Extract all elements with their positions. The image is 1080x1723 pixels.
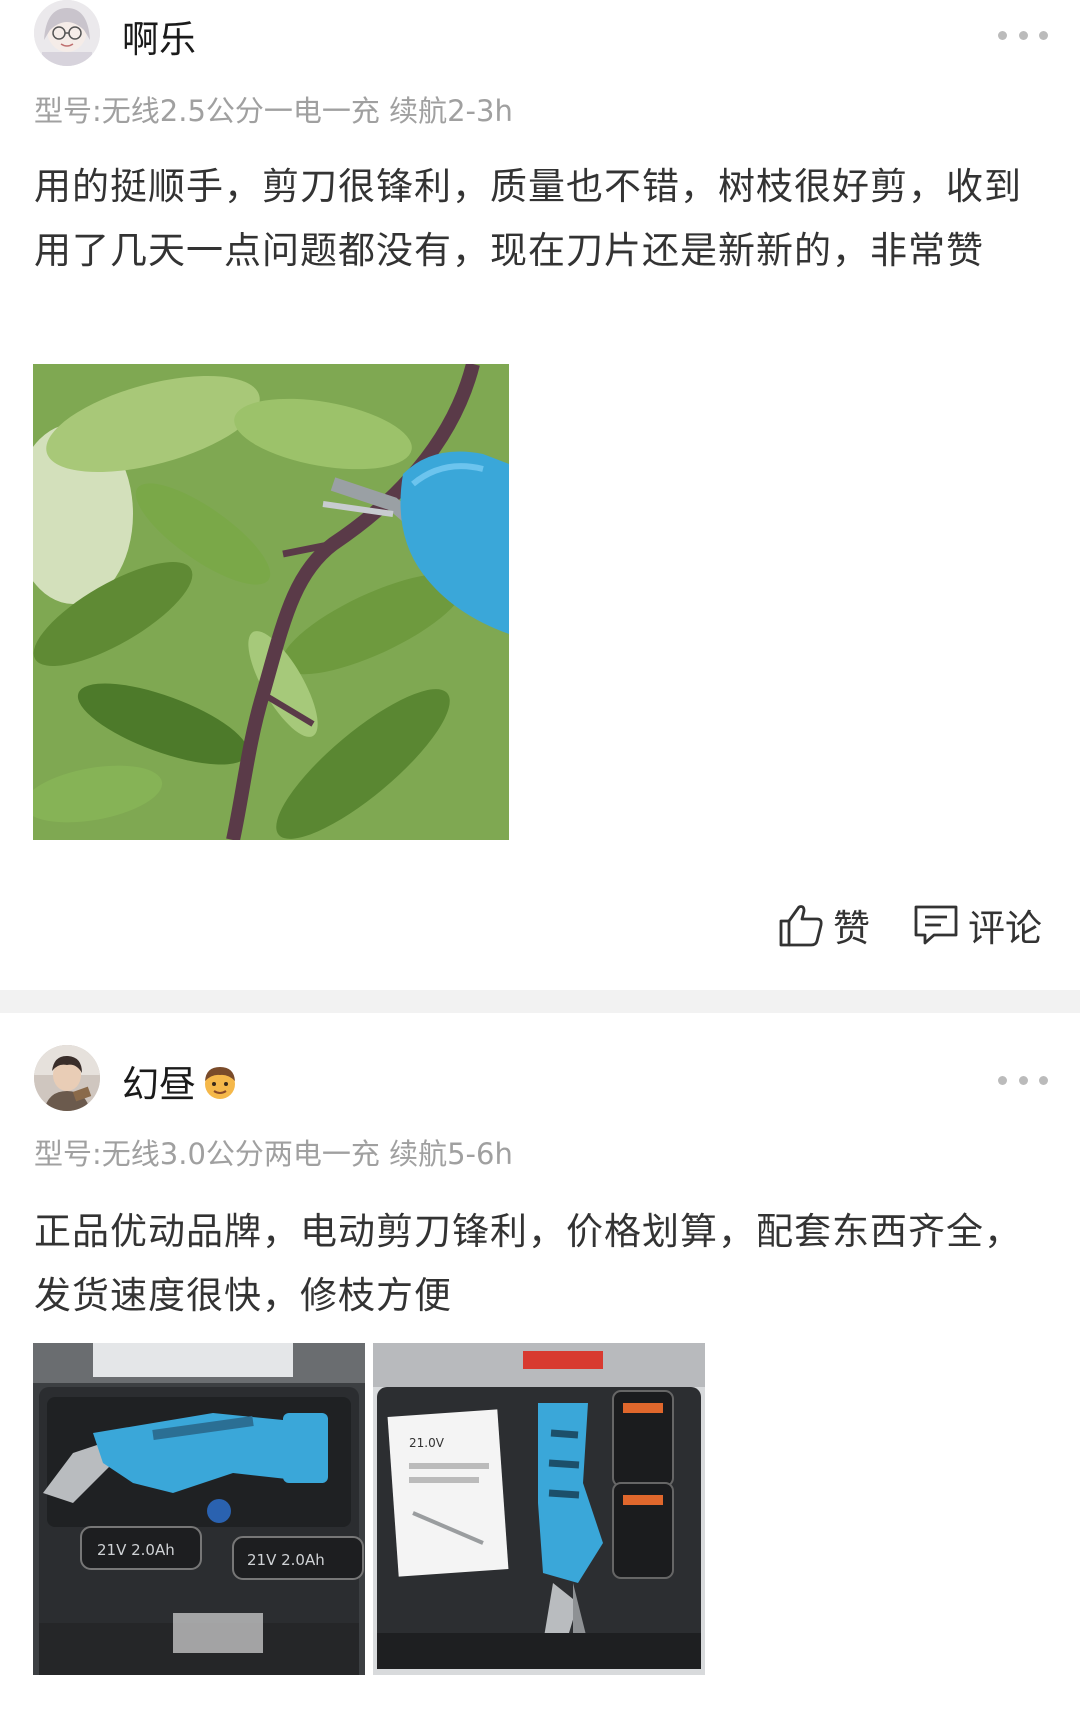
review-text: 正品优动品牌，电动剪刀锋利，价格划算，配套东西齐全，发货速度很快，修枝方便 [34,1210,1022,1317]
comment-label: 评论 [968,907,1042,950]
divider [0,990,1080,1013]
man-emoji-icon [205,1067,235,1099]
review-photo[interactable]: 21V 2.0Ah 21V 2.0Ah [33,1343,365,1675]
comment-button[interactable]: 评论 [912,898,1042,952]
like-label: 赞 [833,907,870,950]
review-actions: 赞 评论 [777,900,1042,950]
battery-label-right: 21V 2.0Ah [247,1551,325,1569]
shears-in-case-with-batteries-photo: 21V 2.0Ah 21V 2.0Ah [33,1343,365,1675]
manual-label: 21.0V [409,1436,445,1450]
review-photo[interactable]: 21.0V [373,1343,705,1675]
pruning-shears-on-branch-photo [33,364,509,840]
battery-label-left: 21V 2.0Ah [97,1541,175,1559]
product-model: 型号:无线2.5公分一电一充 续航2-3h [34,94,513,128]
username-text: 幻昼 [122,1063,196,1106]
thumbs-up-icon [779,905,823,947]
shears-case-open-photo: 21.0V [373,1343,705,1675]
user-avatar-image [34,1045,100,1111]
like-button[interactable]: 赞 [777,898,870,952]
avatar[interactable] [34,1045,100,1111]
product-model: 型号:无线3.0公分两电一充 续航5-6h [34,1137,513,1171]
review-card: 啊乐 型号:无线2.5公分一电一充 续航2-3h 用的挺顺手，剪刀很锋利，质量也… [0,0,1080,990]
username[interactable]: 幻昼 [122,1063,240,1107]
review-card: 幻昼 型号:无线3.0公分两电一充 续航5-6h 正品优动品牌，电动剪刀锋利，价… [0,1013,1080,1723]
more-options-icon[interactable] [998,28,1048,42]
avatar[interactable] [34,0,100,66]
review-photo[interactable] [33,364,509,840]
more-options-icon[interactable] [998,1073,1048,1087]
user-avatar-image [34,0,100,66]
review-text: 用的挺顺手，剪刀很锋利，质量也不错，树枝很好剪，收到用了几天一点问题都没有，现在… [34,165,1022,272]
username[interactable]: 啊乐 [122,18,196,62]
comment-icon [914,905,958,945]
